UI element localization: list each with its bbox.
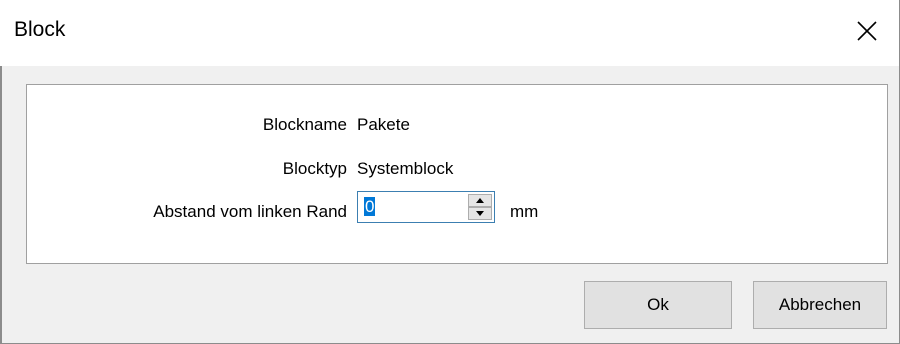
spin-down-button[interactable] bbox=[468, 207, 492, 220]
ok-button[interactable]: Ok bbox=[584, 281, 732, 329]
blocktyp-value: Systemblock bbox=[357, 159, 454, 178]
spin-buttons bbox=[468, 194, 492, 220]
blockname-value: Pakete bbox=[357, 115, 410, 134]
block-dialog: Block Blockname Pakete Blocktyp Systembl… bbox=[0, 0, 900, 344]
abstand-input-value: 0 bbox=[364, 197, 376, 216]
block-settings-panel: Blockname Pakete Blocktyp Systemblock Ab… bbox=[26, 84, 888, 264]
blocktyp-label: Blocktyp bbox=[282, 159, 347, 178]
close-button[interactable] bbox=[833, 0, 899, 66]
abstand-input[interactable]: 0 bbox=[364, 196, 464, 218]
blockname-label: Blockname bbox=[262, 115, 347, 134]
abstand-unit: mm bbox=[510, 202, 539, 221]
cancel-button[interactable]: Abbrechen bbox=[753, 281, 887, 329]
close-icon bbox=[857, 21, 877, 41]
abstand-spinbox[interactable]: 0 bbox=[357, 191, 495, 223]
arrow-up-icon bbox=[476, 198, 484, 203]
arrow-down-icon bbox=[476, 211, 484, 216]
title-bar: Block bbox=[0, 0, 899, 66]
window-title: Block bbox=[14, 18, 66, 41]
abstand-label: Abstand vom linken Rand bbox=[153, 202, 347, 221]
spin-up-button[interactable] bbox=[468, 194, 492, 207]
